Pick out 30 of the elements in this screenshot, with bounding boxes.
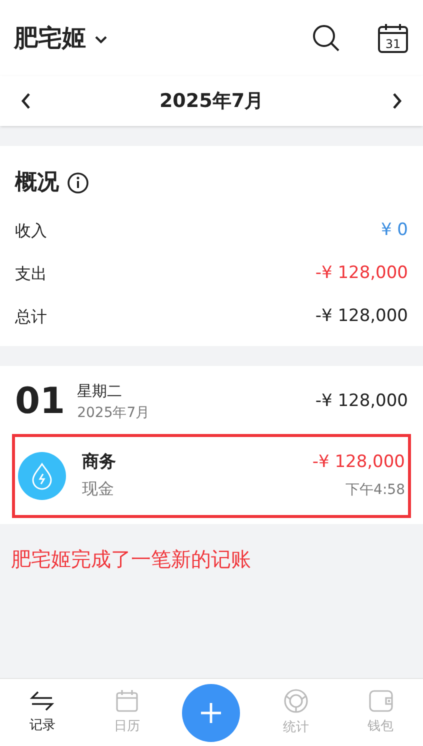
info-icon[interactable]	[67, 172, 89, 194]
summary-title: 概况	[15, 169, 59, 197]
summary-amount: -¥ 128,000	[315, 262, 408, 285]
summary-label: 支出	[15, 262, 47, 284]
chevron-down-icon[interactable]	[94, 35, 108, 45]
annotation-text: 肥宅姬完成了一笔新的记账	[11, 546, 251, 570]
next-month-icon[interactable]	[391, 92, 403, 110]
summary-amount: -¥ 128,000	[315, 304, 408, 328]
summary-label: 总计	[15, 306, 47, 328]
ledger-title[interactable]: 肥宅姬	[14, 20, 86, 56]
search-icon[interactable]	[311, 23, 341, 53]
swap-icon	[29, 690, 56, 712]
day-total: -¥ 128,000	[315, 390, 408, 413]
previous-month-icon[interactable]	[20, 92, 32, 110]
summary-amount: ¥ 0	[380, 218, 408, 242]
summary-label: 收入	[15, 220, 47, 242]
entry-amount: -¥ 128,000	[312, 451, 405, 474]
day-month-label: 2025年7月	[77, 404, 150, 422]
plus-icon	[200, 702, 222, 724]
entry-row[interactable]: 商务 现金 -¥ 128,000 下午4:58	[12, 434, 411, 518]
wallet-icon	[368, 688, 394, 713]
category-label: 商务	[82, 450, 117, 474]
nav-tab[interactable]: 记录	[0, 690, 85, 736]
day-number: 01	[15, 384, 66, 420]
weekday-label: 星期二	[77, 381, 124, 402]
account-label: 现金	[82, 478, 115, 500]
month-label: 2025年7月	[158, 88, 265, 114]
entry-time: 下午4:58	[346, 480, 405, 500]
calendar-icon	[114, 688, 139, 713]
chart-ring-icon	[283, 688, 310, 714]
